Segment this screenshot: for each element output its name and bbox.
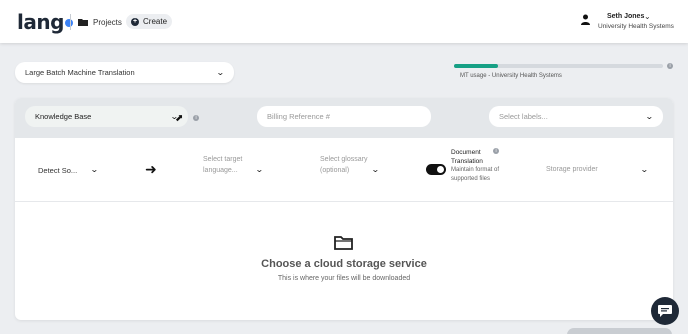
plus-circle-icon: + [131, 17, 139, 26]
user-icon[interactable] [580, 14, 591, 25]
arrow-right-icon: ➜ [145, 161, 157, 177]
mt-usage-bar [454, 64, 663, 68]
mt-usage-label: MT usage - University Health Systems [460, 73, 562, 79]
chevron-down-icon: ⌄ [645, 112, 655, 121]
knowledge-base-value: Knowledge Base [35, 112, 92, 121]
logo-dot-icon [64, 19, 73, 27]
folder-icon [78, 19, 88, 26]
empty-state-title: Choose a cloud storage service [261, 258, 427, 270]
mouse-cursor-icon: ⬈ [175, 113, 184, 124]
document-translation-toggle[interactable] [426, 164, 446, 175]
billing-reference-input[interactable] [257, 106, 431, 127]
language-settings-row: Detect So... ⌄ ➜ Select target language.… [15, 138, 673, 202]
document-translation-description: Maintain format of supported files [451, 167, 500, 182]
panel-filter-bar: Knowledge Base ⌄ ⬈ i Select labels... ⌄ [15, 98, 673, 138]
submit-button[interactable] [567, 328, 672, 334]
source-language-select[interactable]: Detect So... [38, 166, 77, 175]
chevron-down-icon[interactable]: ⌄ [255, 165, 264, 174]
empty-state-subtitle: This is where your files will be downloa… [277, 275, 411, 282]
create-button[interactable]: + Create [126, 14, 172, 29]
user-organization: University Health Systems [598, 23, 674, 30]
top-header: lang Projects + Create Seth Jones ⌄ Univ… [0, 0, 688, 43]
job-type-select[interactable]: Large Batch Machine Translation ⌄ [15, 62, 234, 83]
info-icon[interactable]: i [493, 148, 499, 154]
chevron-down-icon[interactable]: ⌄ [640, 165, 649, 174]
toggle-knob [437, 166, 444, 173]
folder-open-icon [334, 236, 353, 250]
storage-provider-select[interactable]: Storage provider [546, 166, 598, 173]
job-type-value: Large Batch Machine Translation [25, 68, 135, 77]
nav-projects-label: Projects [93, 17, 122, 27]
nav-projects-link[interactable]: Projects [78, 15, 122, 29]
info-icon[interactable]: i [193, 115, 199, 121]
mt-usage-fill [454, 64, 498, 68]
create-label: Create [143, 17, 168, 26]
lango-logo[interactable]: lang [17, 10, 73, 34]
glossary-select[interactable]: Select glossary (optional) [320, 154, 368, 176]
user-name[interactable]: Seth Jones [607, 13, 644, 20]
chevron-down-icon[interactable]: ⌄ [371, 165, 380, 174]
labels-placeholder: Select labels... [499, 112, 548, 121]
user-menu-chevron-icon[interactable]: ⌄ [644, 12, 651, 21]
chevron-down-icon: ⌄ [216, 68, 226, 77]
header-divider [70, 14, 71, 30]
chat-support-button[interactable] [651, 297, 679, 325]
target-language-select[interactable]: Select target language... [203, 154, 251, 176]
chat-bubble-icon [658, 305, 672, 317]
knowledge-base-select[interactable]: Knowledge Base ⌄ [25, 106, 188, 127]
labels-select[interactable]: Select labels... ⌄ [489, 106, 663, 127]
chevron-down-icon[interactable]: ⌄ [90, 165, 99, 174]
info-icon[interactable]: i [667, 63, 673, 69]
translation-panel: Knowledge Base ⌄ ⬈ i Select labels... ⌄ … [15, 98, 673, 320]
